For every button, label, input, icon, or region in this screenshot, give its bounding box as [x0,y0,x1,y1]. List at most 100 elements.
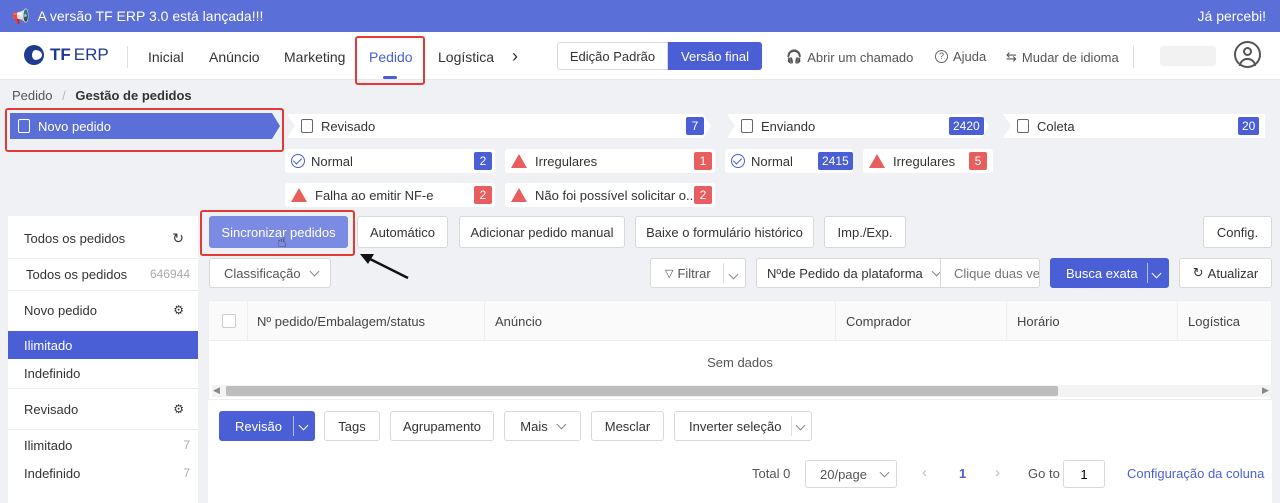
more-dropdown[interactable]: Mais [504,411,581,441]
prev-page-icon[interactable]: ‹ [922,464,927,481]
nav-active-indicator [383,76,397,79]
invert-selection-button[interactable]: Inverter seleção [674,411,812,441]
brand-name: TF [50,45,71,64]
brand-suffix: ERP [73,45,109,64]
exact-search-button[interactable]: Busca exata [1050,258,1169,288]
shipping-irregular-count: 5 [969,152,987,170]
edition-standard-button[interactable]: Edição Padrão [557,42,668,70]
column-header: Nº pedido/Embalagem/status [257,314,426,329]
banner-message: A versão TF ERP 3.0 está lançada!!! [37,8,264,24]
swap-icon: ⇆ [1006,49,1017,64]
search-input[interactable] [940,258,1040,288]
chevron-down-icon[interactable] [298,420,309,431]
sidebar-item-reviewed-undefined[interactable]: Indefinido 7 [8,459,198,487]
change-language-label: Mudar de idioma [1021,49,1119,65]
breadcrumb-root[interactable]: Pedido [12,88,52,103]
sidebar-reviewed-title: Revisado [24,401,79,417]
reviewed-irregular-filter[interactable]: Irregulares [505,149,715,173]
sidebar-item-all-orders[interactable]: Todos os pedidos 646944 [8,260,198,288]
column-header: Logística [1188,314,1241,329]
username-blurred [1160,46,1216,66]
request-fail-filter[interactable]: Não foi possível solicitar o... [505,183,715,207]
flow-pickup-step[interactable]: Coleta [1003,114,1265,138]
next-page-icon[interactable]: › [995,464,1000,481]
warning-icon [511,188,527,202]
nav-anuncio[interactable]: Anúncio [209,49,260,65]
sidebar-item-undefined[interactable]: Indefinido [8,359,198,387]
warning-icon [869,154,885,168]
check-circle-icon [291,154,305,168]
search-field-select[interactable]: Nºde Pedido da plataforma [756,258,942,288]
sidebar-item-count: 7 [183,438,190,452]
nav-logistica[interactable]: Logística [438,49,494,65]
nav-next-icon[interactable]: › [512,46,518,67]
header-divider [127,46,128,68]
logo-icon [24,45,44,65]
nav-marketing[interactable]: Marketing [284,49,345,65]
breadcrumb-separator: / [62,88,66,103]
nfe-fail-filter[interactable]: Falha ao emitir NF-e [285,183,495,207]
select-all-checkbox[interactable] [222,314,236,328]
group-button[interactable]: Agrupamento [390,411,494,441]
table-header: Nº pedido/Embalagem/status Anúncio Compr… [209,301,1271,341]
clipboard-icon [18,119,30,133]
automatic-button[interactable]: Automático [357,216,448,248]
sidebar-divider [8,429,198,430]
goto-page-input[interactable] [1063,460,1105,488]
config-button[interactable]: Config. [1203,216,1272,248]
sidebar-item-limited[interactable]: Ilimitado [8,331,198,359]
review-button[interactable]: Revisão [219,411,315,441]
announcement-banner: 📢 A versão TF ERP 3.0 está lançada!!! Já… [0,0,1280,32]
scroll-right-icon[interactable]: ▶ [1262,385,1269,396]
gear-icon[interactable]: ⚙ [173,402,184,416]
chevron-down-icon[interactable] [1151,268,1162,279]
gear-icon[interactable]: ⚙ [173,303,184,317]
help-link[interactable]: ? Ajuda [935,49,986,64]
refresh-button[interactable]: ↻ Atualizar [1179,258,1272,288]
merge-button[interactable]: Mesclar [591,411,664,441]
review-label: Revisão [235,418,282,434]
flow-new-order-label: Novo pedido [38,118,111,134]
sidebar-item-reviewed-limited[interactable]: Ilimitado 7 [8,431,198,459]
megaphone-icon: 📢 [12,7,30,24]
brand-logo[interactable]: TF ERP [24,45,109,65]
refresh-label: Atualizar [1207,265,1259,281]
warning-icon [291,188,307,202]
flow-reviewed-step[interactable]: Revisado [287,114,711,138]
page-size-select[interactable]: 20/page [805,460,897,488]
edition-final-button[interactable]: Versão final [668,42,762,70]
breadcrumb-current: Gestão de pedidos [75,88,192,103]
scrollbar-thumb[interactable] [226,386,1058,396]
order-sidebar: Todos os pedidos ↻ Todos os pedidos 6469… [8,216,198,503]
reviewed-normal-label: Normal [311,153,353,169]
download-history-button[interactable]: Baixe o formulário histórico [635,216,814,248]
filter-button[interactable]: ▽ Filtrar [650,258,746,288]
chevron-down-icon [795,420,806,431]
sort-label: Classificação [224,265,301,281]
change-language-link[interactable]: ⇆ Mudar de idioma [1006,49,1119,65]
refresh-icon[interactable]: ↻ [172,230,184,247]
user-avatar-icon[interactable] [1234,41,1261,68]
reviewed-normal-filter[interactable]: Normal [285,149,495,173]
add-manual-order-button[interactable]: Adicionar pedido manual [459,216,625,248]
column-header: Horário [1017,314,1060,329]
tags-button[interactable]: Tags [324,411,380,441]
chevron-down-icon [728,269,739,280]
flow-new-order-step[interactable]: Novo pedido [10,113,280,139]
scroll-left-icon[interactable]: ◀ [213,385,220,396]
column-config-link[interactable]: Configuração da coluna [1127,466,1264,481]
import-export-button[interactable]: Imp./Exp. [824,216,906,248]
current-page[interactable]: 1 [959,466,966,481]
sidebar-item-count: 646944 [149,267,190,281]
open-ticket-link[interactable]: 🎧 Abrir um chamado [786,49,913,65]
page-size-label: 20/page [820,466,867,482]
nav-inicial[interactable]: Inicial [148,49,184,65]
nav-pedido[interactable]: Pedido [369,49,413,65]
sidebar-all-orders-header: Todos os pedidos ↻ [8,218,198,258]
sidebar-item-label: Ilimitado [24,437,73,453]
search-field-label: Nºde Pedido da plataforma [767,265,923,281]
flow-reviewed-count: 7 [686,117,704,135]
sort-dropdown[interactable]: Classificação [209,258,331,288]
pagination-total: Total 0 [752,466,791,481]
banner-ack-link[interactable]: Já percebi! [1198,8,1266,24]
